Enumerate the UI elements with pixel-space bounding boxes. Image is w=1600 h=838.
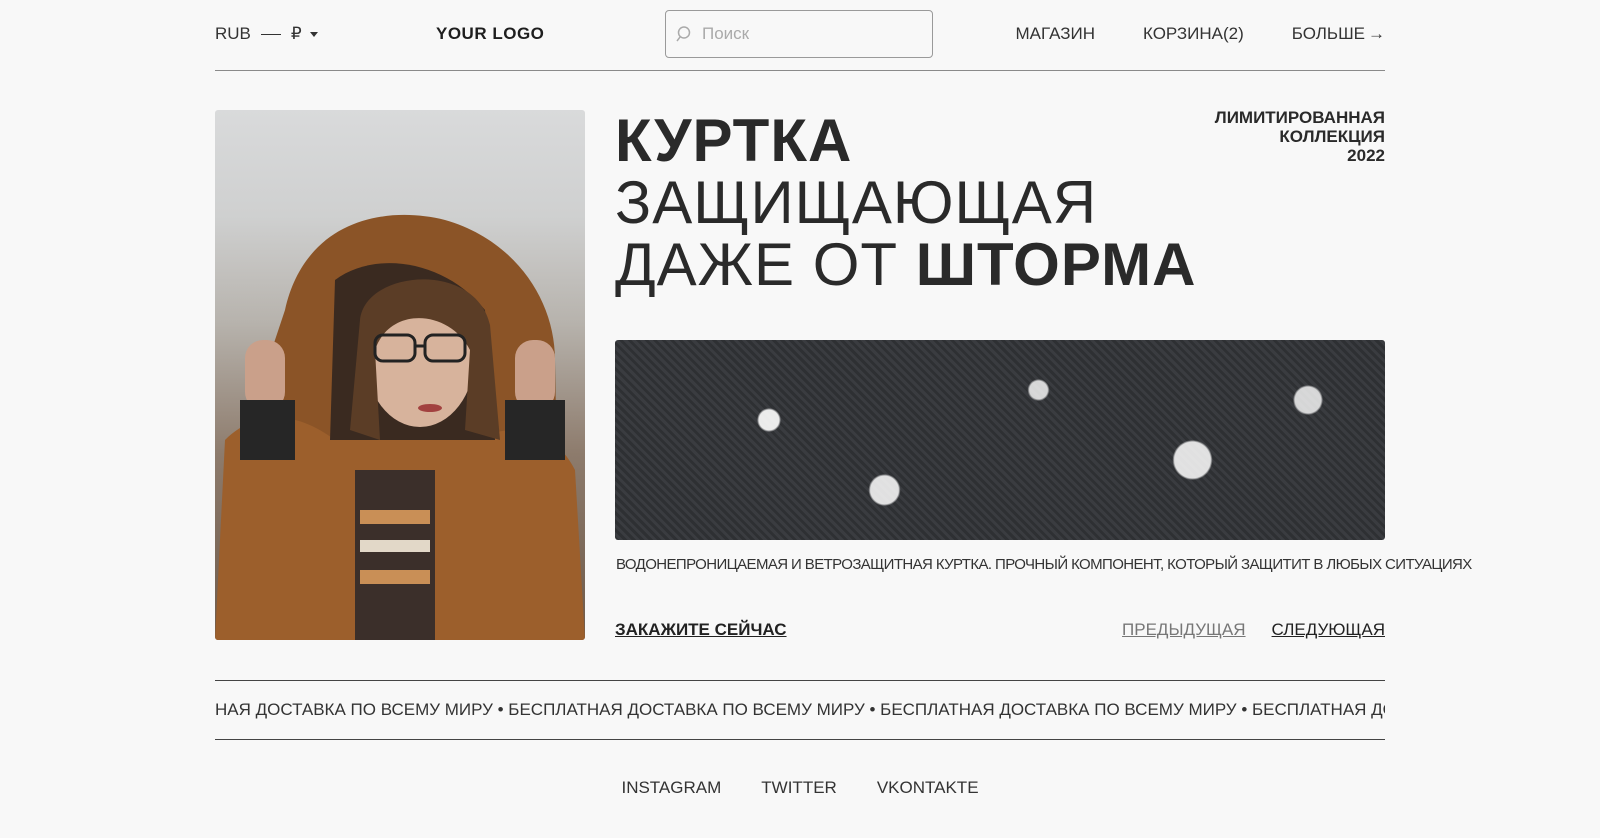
hero-title-line2: ЗАЩИЩАЮЩАЯ — [615, 169, 1098, 236]
next-slide-link[interactable]: СЛЕДУЮЩАЯ — [1272, 620, 1385, 640]
site-logo[interactable]: YOUR LOGO — [436, 24, 544, 44]
search-box[interactable] — [665, 10, 933, 58]
shipping-marquee: НАЯ ДОСТАВКА ПО ВСЕМУ МИРУ • БЕСПЛАТНАЯ … — [215, 680, 1385, 740]
hero-title-line1: КУРТКА — [615, 107, 853, 174]
currency-separator — [260, 33, 281, 35]
twitter-link[interactable]: TWITTER — [761, 778, 837, 798]
search-icon — [676, 26, 691, 42]
vkontakte-link[interactable]: VKONTAKTE — [877, 778, 979, 798]
social-links: INSTAGRAM TWITTER VKONTAKTE — [0, 778, 1600, 798]
limited-line2: КОЛЛЕКЦИЯ — [1279, 127, 1385, 146]
hero-photo — [215, 110, 585, 640]
waterproof-fabric-image — [615, 340, 1385, 540]
caret-down-icon — [309, 31, 318, 37]
nav-more-label: БОЛЬШЕ — [1291, 24, 1365, 43]
nav-cart[interactable]: КОРЗИНА(2) — [1143, 24, 1244, 44]
product-description: ВОДОНЕПРОНИЦАЕМАЯ И ВЕТРОЗАЩИТНАЯ КУРТКА… — [616, 556, 1472, 573]
marquee-text: НАЯ ДОСТАВКА ПО ВСЕМУ МИРУ • БЕСПЛАТНАЯ … — [215, 700, 1385, 719]
arrow-right-icon: → — [1368, 24, 1385, 43]
main-nav: МАГАЗИН КОРЗИНА(2) БОЛЬШЕ → — [1016, 24, 1386, 44]
limited-line3: 2022 — [1347, 146, 1385, 165]
woman-in-jacket-image — [215, 214, 585, 640]
limited-collection-label: ЛИМИТИРОВАННАЯ КОЛЛЕКЦИЯ 2022 — [1215, 108, 1385, 165]
currency-code: RUB — [215, 24, 251, 43]
prev-slide-link[interactable]: ПРЕДЫДУЩАЯ — [1122, 620, 1246, 640]
order-now-link[interactable]: ЗАКАЖИТЕ СЕЙЧАС — [615, 620, 787, 640]
search-input[interactable] — [700, 23, 924, 45]
hero-title: КУРТКА ЗАЩИЩАЮЩАЯ ДАЖЕ ОТ ШТОРМА — [615, 110, 1196, 296]
hero-title-line3-light: ДАЖЕ ОТ — [615, 231, 916, 298]
currency-symbol: ₽ — [290, 24, 302, 43]
limited-line1: ЛИМИТИРОВАННАЯ — [1214, 108, 1385, 127]
instagram-link[interactable]: INSTAGRAM — [621, 778, 721, 798]
hero-title-line3: ДАЖЕ ОТ ШТОРМА — [615, 234, 1196, 296]
nav-shop[interactable]: МАГАЗИН — [1016, 24, 1095, 44]
hero-title-line3-bold: ШТОРМА — [915, 231, 1197, 298]
currency-selector[interactable]: RUB ₽ — [215, 24, 318, 44]
site-header: RUB ₽ YOUR LOGO МАГАЗИН КОРЗИНА(2) БОЛЬШ… — [215, 0, 1385, 71]
nav-more[interactable]: БОЛЬШЕ → — [1292, 24, 1385, 44]
slide-pager: ПРЕДЫДУЩАЯ СЛЕДУЮЩАЯ — [1122, 620, 1385, 640]
